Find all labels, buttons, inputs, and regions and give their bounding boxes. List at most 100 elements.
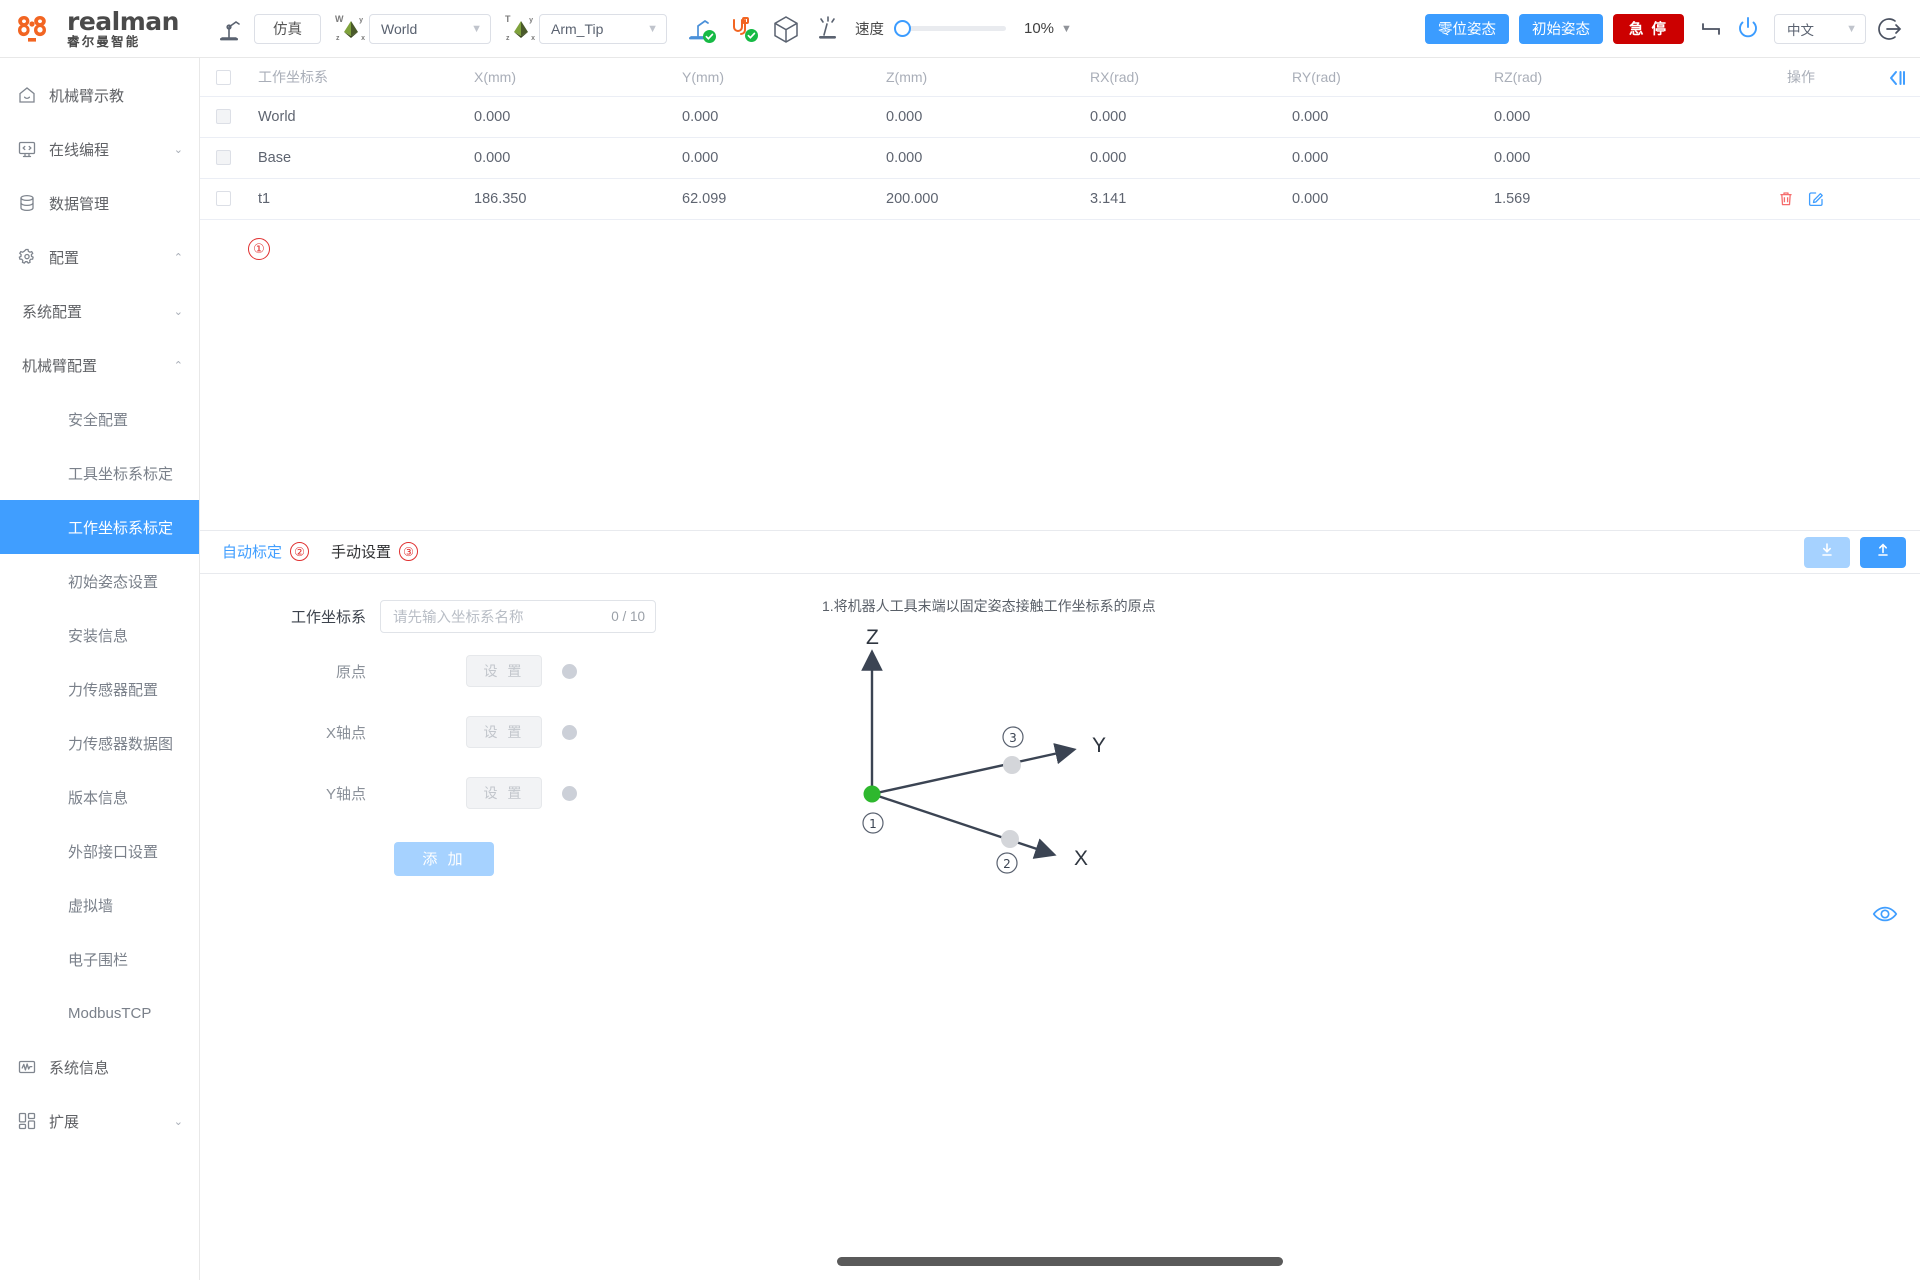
world-axis-icon: W y z x [335, 13, 365, 42]
row-checkbox[interactable] [216, 191, 231, 207]
x-axis-set-button[interactable]: 设 置 [466, 716, 542, 748]
chevron-up-icon: ⌃ [173, 251, 183, 264]
sidebar-item-electronic-fence[interactable]: 电子围栏 [0, 932, 199, 986]
cell-rz: 0.000 [1480, 96, 1682, 138]
sidebar-item-label: 机械臂示教 [49, 87, 125, 105]
chevron-down-icon: ⌄ [173, 1115, 183, 1128]
sidebar-item-force-sensor-config[interactable]: 力传感器配置 [0, 662, 199, 716]
sidebar-item-teach[interactable]: 机械臂示教 [0, 68, 199, 122]
upload-button[interactable] [1860, 536, 1906, 568]
trash-icon[interactable] [1777, 190, 1795, 208]
sidebar-item-label: 机械臂配置 [22, 357, 98, 375]
tab-manual-setting[interactable]: 手动设置 ③ [331, 541, 419, 562]
cell-rx: 3.141 [1076, 178, 1278, 220]
zero-pose-button[interactable]: 零位姿态 [1424, 13, 1509, 44]
col-header-ry: RY(rad) [1278, 58, 1480, 97]
sidebar-item-init-pose-setting[interactable]: 初始姿态设置 [0, 554, 199, 608]
tab-label: 手动设置 [331, 544, 392, 561]
sidebar-item-safety-config[interactable]: 安全配置 [0, 392, 199, 446]
sidebar-item-tool-frame-calib[interactable]: 工具坐标系标定 [0, 446, 199, 500]
edit-pencil-icon[interactable] [1807, 190, 1825, 208]
robot-arm-icon[interactable] [216, 14, 246, 44]
power-icon[interactable] [1734, 15, 1762, 43]
speed-value-text: 10% [1024, 20, 1055, 37]
grid-icon [16, 1111, 37, 1132]
sidebar-item-config[interactable]: 配置 ⌃ [0, 230, 199, 284]
language-select[interactable]: 中文 ▼ [1774, 13, 1866, 44]
sidebar-item-label: 扩展 [49, 1113, 80, 1131]
cell-name: World [244, 96, 460, 138]
sidebar-item-label: 数据管理 [49, 195, 110, 213]
y-axis-status-dot [562, 785, 577, 801]
cell-rz: 0.000 [1480, 137, 1682, 179]
cell-ry: 0.000 [1278, 137, 1480, 179]
add-button[interactable]: 添 加 [394, 841, 494, 876]
sidebar-item-virtual-wall[interactable]: 虚拟墙 [0, 878, 199, 932]
select-all-checkbox[interactable] [216, 70, 231, 86]
row-checkbox[interactable] [216, 109, 231, 125]
download-icon [1818, 541, 1836, 564]
tool-axis-icon: T y z x [505, 13, 535, 42]
joint-limit-icon[interactable] [1698, 16, 1724, 42]
sidebar-item-data-management[interactable]: 数据管理 [0, 176, 199, 230]
origin-set-button[interactable]: 设 置 [466, 655, 542, 687]
col-header-name: 工作坐标系 [244, 58, 460, 97]
row-checkbox[interactable] [216, 150, 231, 166]
y-axis-set-button[interactable]: 设 置 [466, 777, 542, 809]
table-row[interactable]: t1 186.350 62.099 200.000 3.141 0.000 1.… [200, 178, 1920, 220]
cell-x: 0.000 [460, 137, 668, 179]
world-frame-select[interactable]: World ▼ [369, 13, 491, 44]
svg-text:X: X [1074, 847, 1088, 870]
sidebar-item-extension[interactable]: 扩展 ⌄ [0, 1094, 199, 1148]
download-button[interactable] [1804, 536, 1850, 568]
sidebar-item-force-sensor-chart[interactable]: 力传感器数据图 [0, 716, 199, 770]
sidebar-item-label: 在线编程 [49, 141, 110, 159]
tab-label: 自动标定 [222, 544, 283, 561]
collapse-panel-icon[interactable] [1886, 67, 1908, 89]
sidebar-item-work-frame-calib[interactable]: 工作坐标系标定 [0, 500, 199, 554]
speed-slider[interactable] [894, 20, 1006, 38]
slider-knob[interactable] [894, 20, 911, 37]
tool-frame-value: Arm_Tip [551, 20, 604, 37]
logout-icon[interactable] [1878, 15, 1906, 43]
simulation-button[interactable]: 仿真 [254, 13, 321, 44]
sidebar-item-system-info[interactable]: 系统信息 [0, 1040, 199, 1094]
chevron-down-icon: ▼ [1061, 22, 1072, 35]
col-header-rx: RX(rad) [1076, 58, 1278, 97]
y-axis-point-label: Y轴点 [325, 785, 366, 803]
scrollbar-thumb[interactable] [837, 1257, 1283, 1266]
sidebar-item-install-info[interactable]: 安装信息 [0, 608, 199, 662]
work-frame-table: 工作坐标系 X(mm) Y(mm) Z(mm) RX(rad) RY(rad) … [200, 58, 1920, 220]
select-all-header [200, 58, 244, 97]
sidebar-item-system-config[interactable]: 系统配置 ⌄ [0, 284, 199, 338]
table-row[interactable]: Base 0.000 0.000 0.000 0.000 0.000 0.000 [200, 137, 1920, 179]
origin-point-row: 原点 设 置 [260, 641, 800, 702]
drag-teach-icon[interactable] [813, 14, 843, 44]
sidebar-item-arm-config[interactable]: 机械臂配置 ⌃ [0, 338, 199, 392]
io-connected-icon[interactable] [729, 15, 758, 43]
upload-icon [1874, 541, 1892, 564]
sidebar-item-online-programming[interactable]: 在线编程 ⌄ [0, 122, 199, 176]
emergency-stop-button[interactable]: 急 停 [1612, 13, 1684, 44]
sidebar-item-version-info[interactable]: 版本信息 [0, 770, 199, 824]
table-row[interactable]: World 0.000 0.000 0.000 0.000 0.000 0.00… [200, 96, 1920, 138]
row-select-cell [200, 137, 244, 179]
svg-text:2: 2 [1003, 857, 1011, 871]
gear-icon [16, 247, 37, 268]
collision-cube-icon[interactable] [771, 14, 801, 44]
speed-value-dropdown[interactable]: 10% ▼ [1024, 20, 1072, 37]
sidebar-item-external-interface[interactable]: 外部接口设置 [0, 824, 199, 878]
eye-icon[interactable] [1872, 901, 1898, 932]
svg-text:Z: Z [866, 626, 879, 649]
tool-frame-select[interactable]: Arm_Tip ▼ [539, 13, 667, 44]
horizontal-scrollbar[interactable] [200, 1257, 1920, 1266]
sidebar-item-label: 系统配置 [22, 303, 83, 321]
sidebar-item-modbus-tcp[interactable]: ModbusTCP [0, 986, 199, 1040]
calibration-form: 工作坐标系 请先输入坐标系名称 0 / 10 原点 设 置 X轴点 设 置 Y轴… [200, 599, 800, 1280]
calibration-diagram: 1.将机器人工具末端以固定姿态接触工作坐标系的原点 Z Y X 1 2 3 [800, 598, 1920, 1280]
annotation-badge-2: ② [290, 542, 310, 561]
tab-auto-calibration[interactable]: 自动标定 ② [222, 541, 310, 562]
arm-connected-icon[interactable] [685, 14, 716, 44]
frame-name-input[interactable]: 请先输入坐标系名称 0 / 10 [380, 599, 656, 633]
init-pose-button[interactable]: 初始姿态 [1518, 13, 1603, 44]
